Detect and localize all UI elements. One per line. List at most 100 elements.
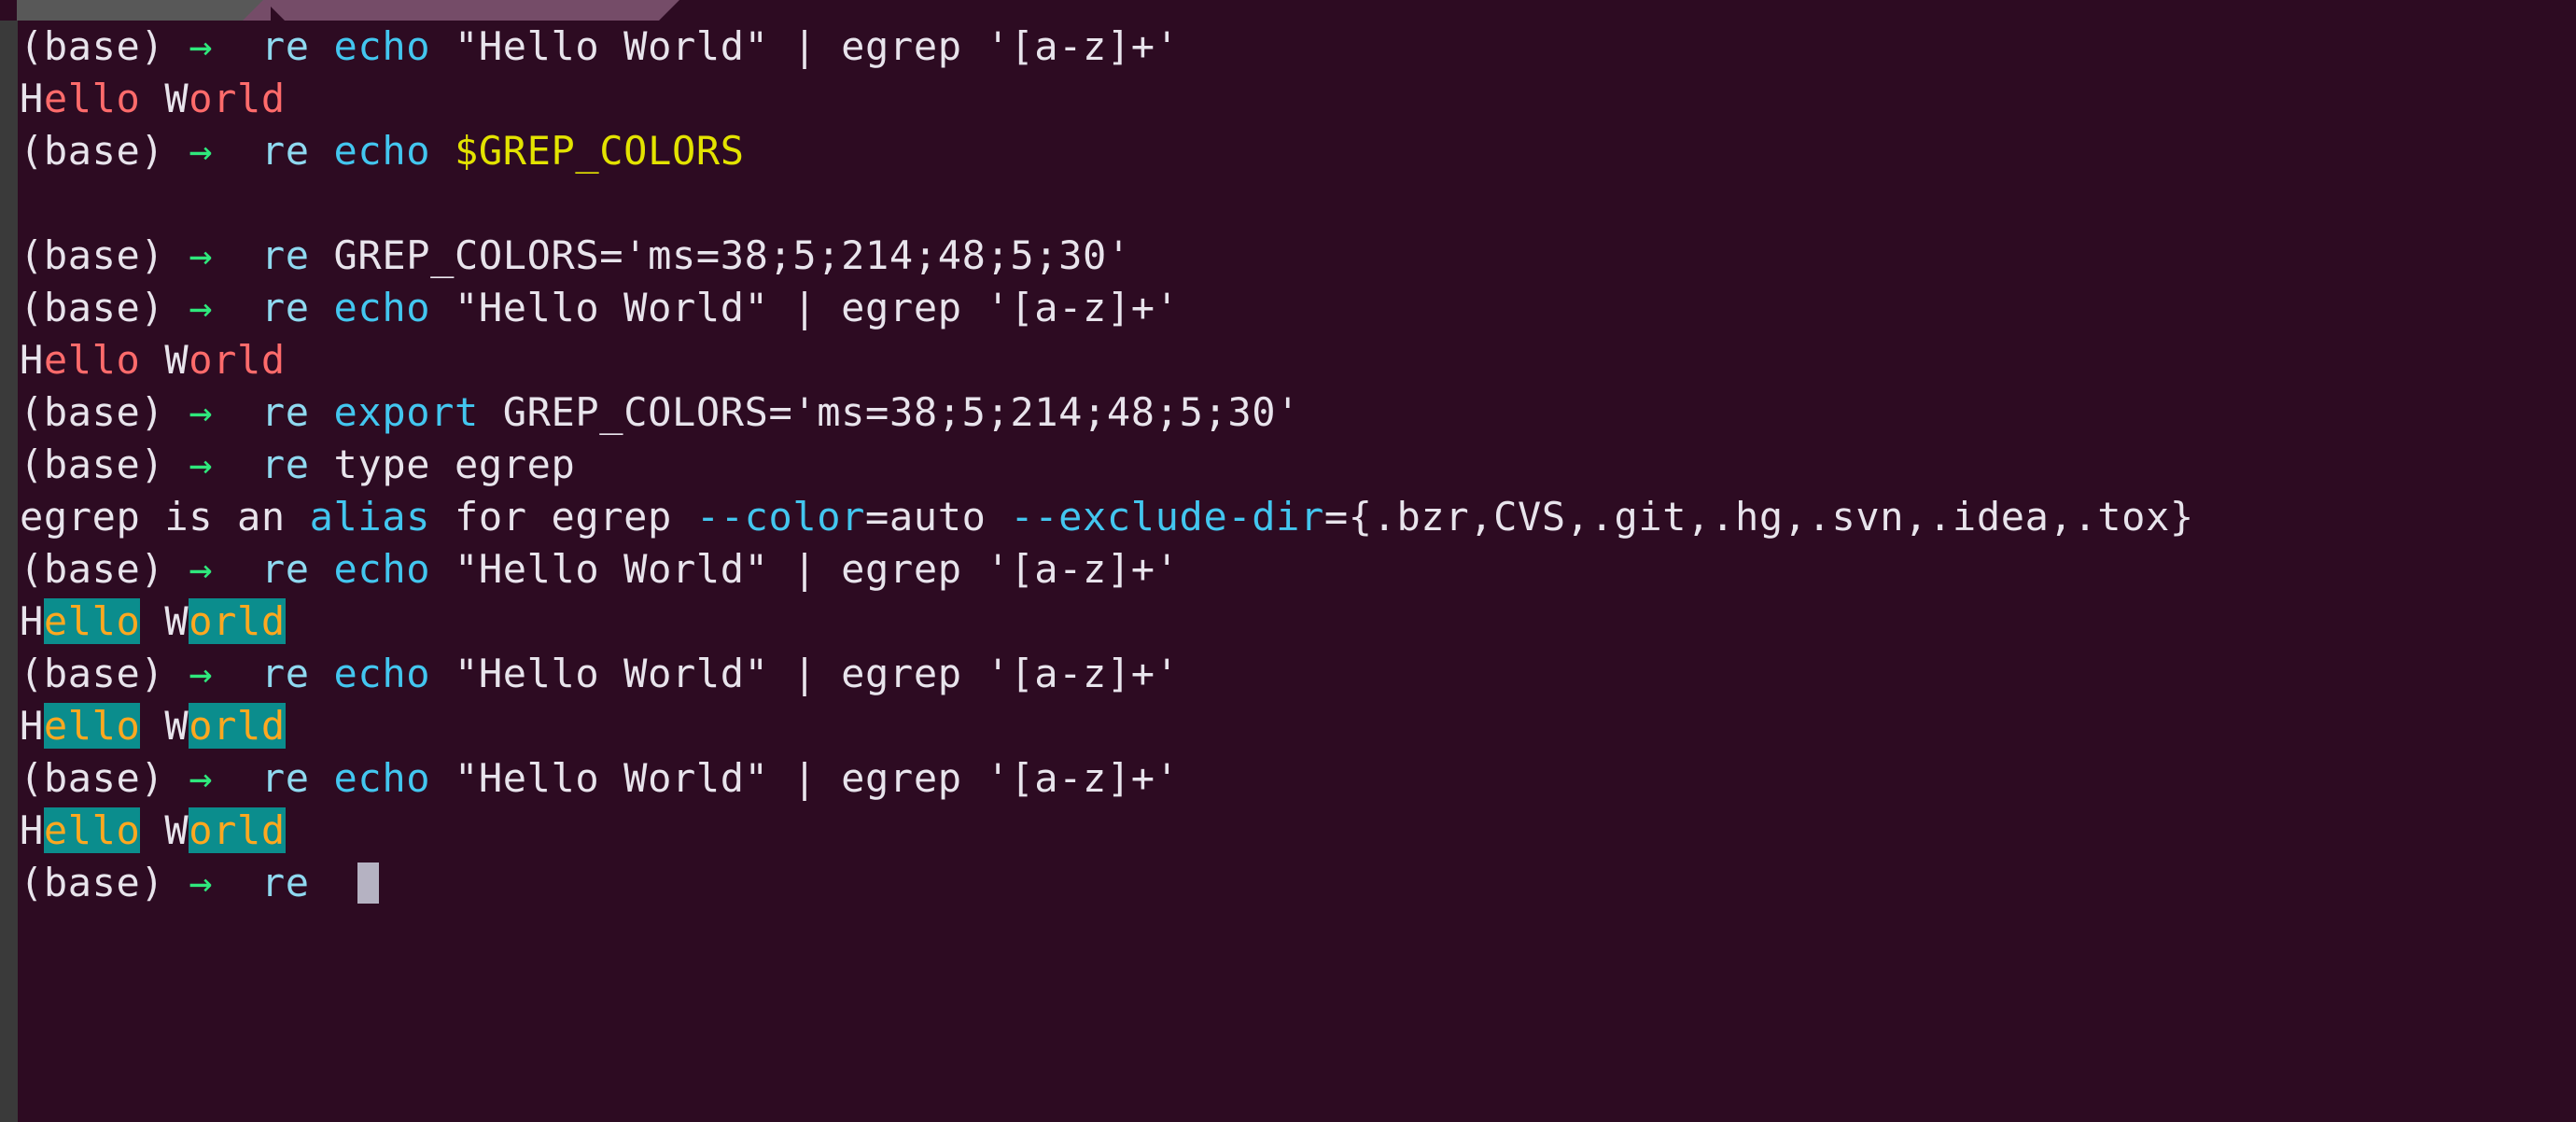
terminal-output-line: egrep is an alias for egrep --color=auto… <box>18 491 2576 543</box>
terminal-prompt-line: (base) → re type egrep <box>18 439 2576 491</box>
terminal-text-segment: re <box>260 285 334 330</box>
grep-match-highlight: orld <box>189 598 286 644</box>
terminal-text-segment: ello <box>43 76 141 121</box>
terminal-prompt-line: (base) → re echo "Hello World" | egrep '… <box>18 752 2576 805</box>
terminal-prompt-line: (base) → re echo "Hello World" | egrep '… <box>18 21 2576 73</box>
terminal-text-segment: re <box>260 860 334 905</box>
terminal-text-segment: GREP_COLORS='ms=38;5;214;48;5;30' <box>333 232 1131 278</box>
terminal-text-segment: echo <box>333 128 431 174</box>
terminal-output-line: Hello World <box>18 700 2576 752</box>
terminal-prompt-line: (base) → re echo $GREP_COLORS <box>18 125 2576 177</box>
terminal-text-segment: egrep is an <box>20 494 310 540</box>
terminal-text-segment: W <box>140 337 189 383</box>
terminal-text-segment: orld <box>189 76 286 121</box>
terminal-text-segment: export <box>333 389 479 435</box>
terminal-text-segment: H <box>20 598 44 644</box>
prompt-arrow-icon: → <box>189 23 214 69</box>
terminal-text-segment: re <box>260 651 334 696</box>
prompt-arrow-icon: → <box>189 442 214 487</box>
terminal-text-segment: alias <box>309 494 431 540</box>
terminal-text-segment: echo <box>333 546 431 592</box>
left-gutter <box>0 21 18 1122</box>
terminal-text-segment: echo <box>333 23 431 69</box>
grep-match-highlight: ello <box>43 807 141 853</box>
prompt-arrow-icon: → <box>189 651 214 696</box>
terminal-window: (base) → re echo "Hello World" | egrep '… <box>0 0 2576 1122</box>
terminal-text-segment: "Hello World" | egrep '[a-z]+' <box>430 23 1180 69</box>
terminal-tab-inactive[interactable] <box>17 0 264 21</box>
terminal-text-segment: H <box>20 807 44 853</box>
terminal-tab-active[interactable] <box>264 0 679 21</box>
grep-match-highlight: orld <box>189 807 286 853</box>
terminal-text-segment: (base) <box>20 23 189 69</box>
terminal-text-segment: re <box>260 755 334 801</box>
grep-match-highlight: ello <box>43 703 141 749</box>
grep-match-highlight: ello <box>43 598 141 644</box>
terminal-text-segment: (base) <box>20 232 189 278</box>
terminal-prompt-line: (base) → re echo "Hello World" | egrep '… <box>18 648 2576 700</box>
terminal-output-line: Hello World <box>18 73 2576 125</box>
terminal-text-segment: (base) <box>20 128 189 174</box>
terminal-prompt-line: (base) → re <box>18 857 2576 909</box>
prompt-arrow-icon: → <box>189 389 214 435</box>
terminal-text-segment: re <box>260 128 334 174</box>
terminal-text-segment: re <box>260 389 334 435</box>
terminal-text-segment: ={.bzr,CVS,.git,.hg,.svn,.idea,.tox} <box>1323 494 2194 540</box>
terminal-text-segment: for egrep <box>430 494 696 540</box>
terminal-text-segment: GREP_COLORS='ms=38;5;214;48;5;30' <box>478 389 1301 435</box>
terminal-output-line: Hello World <box>18 596 2576 648</box>
tab-bar <box>0 0 2576 21</box>
terminal-text-segment: (base) <box>20 651 189 696</box>
prompt-arrow-icon: → <box>189 128 214 174</box>
terminal-text-segment: W <box>140 76 189 121</box>
grep-match-highlight: orld <box>189 703 286 749</box>
prompt-arrow-icon: → <box>189 755 214 801</box>
terminal-prompt-line: (base) → re echo "Hello World" | egrep '… <box>18 282 2576 334</box>
terminal-text-segment: echo <box>333 285 431 330</box>
terminal-text-segment: =auto <box>865 494 1011 540</box>
terminal-text-segment: type egrep <box>333 442 576 487</box>
prompt-arrow-icon: → <box>189 860 214 905</box>
terminal-text-segment: (base) <box>20 860 189 905</box>
terminal-text-segment: "Hello World" | egrep '[a-z]+' <box>430 285 1180 330</box>
terminal-text-segment: re <box>260 232 334 278</box>
terminal-text-segment: echo <box>333 651 431 696</box>
terminal-text-segment: ello <box>43 337 141 383</box>
terminal-text-segment: W <box>140 807 189 853</box>
terminal-prompt-line: (base) → re GREP_COLORS='ms=38;5;214;48;… <box>18 230 2576 282</box>
terminal-text-segment: (base) <box>20 442 189 487</box>
terminal-text-segment: echo <box>333 755 431 801</box>
terminal-text-segment: orld <box>189 337 286 383</box>
terminal-text-segment: (base) <box>20 285 189 330</box>
terminal-text-segment: H <box>20 337 44 383</box>
terminal-output-line: Hello World <box>18 805 2576 857</box>
terminal-text-segment: W <box>140 598 189 644</box>
terminal-text-segment: (base) <box>20 546 189 592</box>
prompt-arrow-icon: → <box>189 232 214 278</box>
terminal-text-segment: re <box>260 546 334 592</box>
terminal-prompt-line: (base) → re export GREP_COLORS='ms=38;5;… <box>18 386 2576 439</box>
terminal-text-segment: W <box>140 703 189 749</box>
terminal-output-line: Hello World <box>18 334 2576 386</box>
terminal-text-segment: H <box>20 703 44 749</box>
terminal-prompt-line: (base) → re echo "Hello World" | egrep '… <box>18 543 2576 596</box>
terminal-text-segment: "Hello World" | egrep '[a-z]+' <box>430 546 1180 592</box>
terminal-text-segment: $GREP_COLORS <box>454 128 745 174</box>
terminal-text-segment: H <box>20 76 44 121</box>
terminal-output-area[interactable]: (base) → re echo "Hello World" | egrep '… <box>18 21 2576 1122</box>
text-cursor <box>357 863 380 904</box>
terminal-text-segment: "Hello World" | egrep '[a-z]+' <box>430 651 1180 696</box>
terminal-text-segment: re <box>260 442 334 487</box>
terminal-text-segment: --color <box>695 494 866 540</box>
